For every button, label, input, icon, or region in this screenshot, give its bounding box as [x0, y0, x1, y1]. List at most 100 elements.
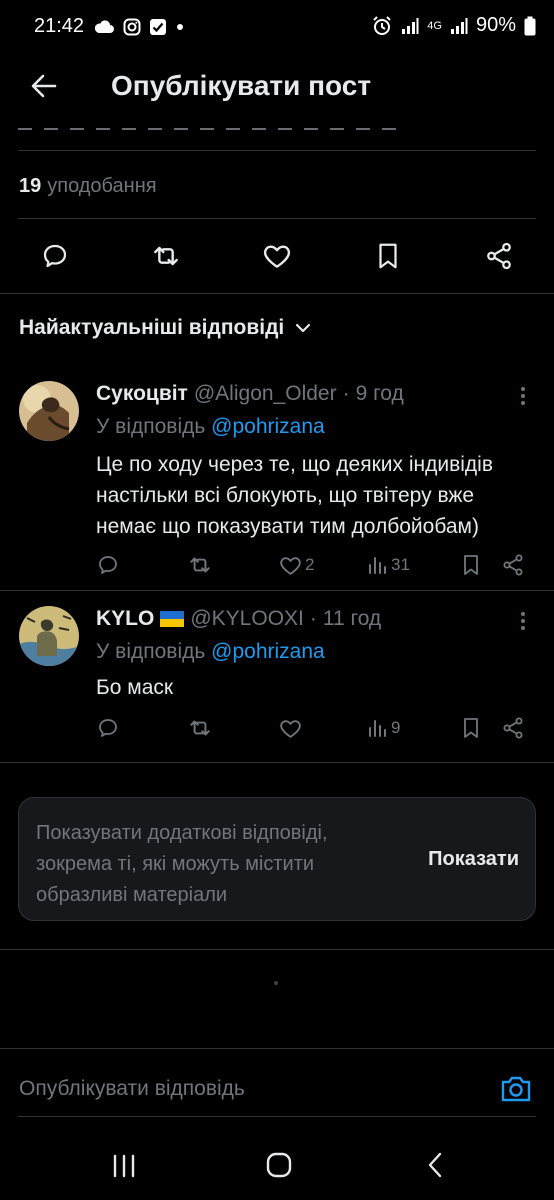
like-count: 2 — [305, 555, 315, 574]
signal-icon — [402, 17, 419, 34]
reply-icon — [43, 244, 67, 268]
tweet-time[interactable]: 11 год — [323, 607, 381, 631]
view-count: 9 — [391, 718, 401, 737]
avatar-image — [19, 606, 79, 666]
more-replies-card: Показувати додаткові відповіді, зокрема … — [18, 797, 536, 921]
reply-context: У відповідь @pohrizana — [96, 640, 325, 664]
recent-apps-icon — [113, 1154, 135, 1178]
share-icon — [503, 717, 523, 739]
arrow-left-icon — [31, 74, 57, 98]
heart-icon — [263, 245, 291, 268]
home-button[interactable] — [264, 1150, 294, 1180]
reply-prefix: У відповідь — [96, 640, 206, 663]
loading-dot — [274, 981, 278, 985]
tweet-text: Бо маск — [96, 676, 174, 699]
more-replies-text: Показувати додаткові відповіді, зокрема … — [36, 822, 328, 906]
tweet-header: Сукоцвіт @Aligon_Older · 9 год — [96, 382, 404, 406]
tweet-header: KYLO @KYLOOXI · 11 год — [96, 607, 381, 631]
share-button[interactable] — [501, 713, 525, 743]
replies-sort-dropdown[interactable]: Найактуальніші відповіді — [19, 316, 312, 340]
reply-to-mention[interactable]: @pohrizana — [211, 640, 325, 663]
share-icon — [487, 242, 511, 270]
chevron-down-icon — [296, 323, 311, 333]
more-vertical-icon — [521, 387, 525, 405]
tweet-actions: 9 — [0, 713, 554, 747]
share-button[interactable] — [481, 238, 517, 274]
likes-count: 19 — [19, 175, 42, 197]
divider — [0, 590, 554, 591]
like-button[interactable] — [278, 713, 305, 743]
more-options-button[interactable] — [513, 609, 533, 633]
likes-label: уподобання — [47, 175, 157, 197]
back-button[interactable] — [28, 70, 60, 102]
status-notification-icons — [93, 18, 185, 36]
tweet-actions: 2 31 — [0, 550, 554, 584]
user-handle[interactable]: @KYLOOXI — [190, 607, 304, 631]
divider — [0, 762, 554, 763]
retweet-icon — [190, 557, 210, 573]
show-more-replies-button[interactable]: Показати — [428, 848, 519, 871]
separator-dot: · — [342, 382, 350, 405]
alarm-icon — [373, 15, 391, 35]
home-icon — [266, 1152, 292, 1178]
views-chart-icon — [369, 557, 386, 574]
reply-input[interactable]: Опублікувати відповідь — [19, 1077, 245, 1101]
share-icon — [503, 554, 523, 576]
chevron-left-icon — [428, 1152, 442, 1178]
retweet-icon — [154, 246, 178, 266]
bookmark-button[interactable] — [459, 713, 483, 743]
tweet-time[interactable]: 9 год — [356, 382, 404, 406]
likes-stat[interactable]: 19 уподобання — [19, 175, 157, 198]
reply-tweet[interactable]: KYLO @KYLOOXI · 11 год У відповідь @pohr… — [0, 596, 554, 756]
status-bar: 21:42 4G 90% — [0, 0, 554, 56]
reply-button[interactable] — [37, 238, 73, 274]
divider — [0, 293, 554, 294]
scrolled-text-remnant — [18, 126, 418, 132]
divider — [0, 949, 554, 950]
avatar[interactable] — [19, 381, 79, 441]
divider — [0, 1048, 554, 1049]
checkbox-notification-icon — [150, 19, 166, 35]
page-title: Опублікувати пост — [111, 70, 372, 101]
retweet-button[interactable] — [148, 238, 184, 274]
reply-button[interactable] — [96, 550, 120, 580]
divider — [18, 1116, 536, 1117]
system-back-button[interactable] — [422, 1150, 450, 1180]
reply-icon — [99, 556, 117, 574]
views-button[interactable]: 31 — [367, 550, 410, 580]
more-options-button[interactable] — [513, 384, 533, 408]
battery-percent: 90% — [475, 14, 516, 36]
reply-button[interactable] — [96, 713, 120, 743]
status-time: 21:42 — [34, 15, 85, 37]
like-button[interactable] — [259, 238, 295, 274]
display-name[interactable]: KYLO — [96, 607, 154, 631]
bookmark-icon — [464, 555, 478, 575]
heart-icon — [280, 556, 301, 575]
recent-apps-button[interactable] — [110, 1152, 138, 1180]
ukraine-flag-icon — [160, 611, 185, 627]
bookmark-button[interactable] — [370, 238, 406, 274]
reply-tweet[interactable]: Сукоцвіт @Aligon_Older · 9 год У відпові… — [0, 370, 554, 588]
instagram-icon — [123, 18, 141, 36]
share-button[interactable] — [501, 550, 525, 580]
notification-dot-icon — [177, 24, 183, 30]
reply-prefix: У відповідь — [96, 415, 206, 438]
like-button[interactable]: 2 — [278, 550, 314, 580]
tweet-text: Це по ходу через те, що деяких індивідів… — [96, 453, 493, 538]
bookmark-button[interactable] — [459, 550, 483, 580]
camera-button[interactable] — [498, 1071, 534, 1107]
network-type: 4G — [427, 19, 442, 32]
retweet-button[interactable] — [187, 713, 213, 743]
retweet-button[interactable] — [187, 550, 213, 580]
battery-icon — [524, 16, 536, 35]
view-count: 31 — [391, 555, 410, 574]
camera-icon — [501, 1076, 531, 1102]
user-handle[interactable]: @Aligon_Older — [194, 382, 337, 406]
reply-icon — [99, 719, 117, 737]
display-name[interactable]: Сукоцвіт — [96, 382, 188, 406]
reply-to-mention[interactable]: @pohrizana — [211, 415, 325, 438]
views-button[interactable]: 9 — [367, 713, 400, 743]
reply-context: У відповідь @pohrizana — [96, 415, 325, 439]
avatar[interactable] — [19, 606, 79, 666]
divider — [18, 150, 536, 151]
